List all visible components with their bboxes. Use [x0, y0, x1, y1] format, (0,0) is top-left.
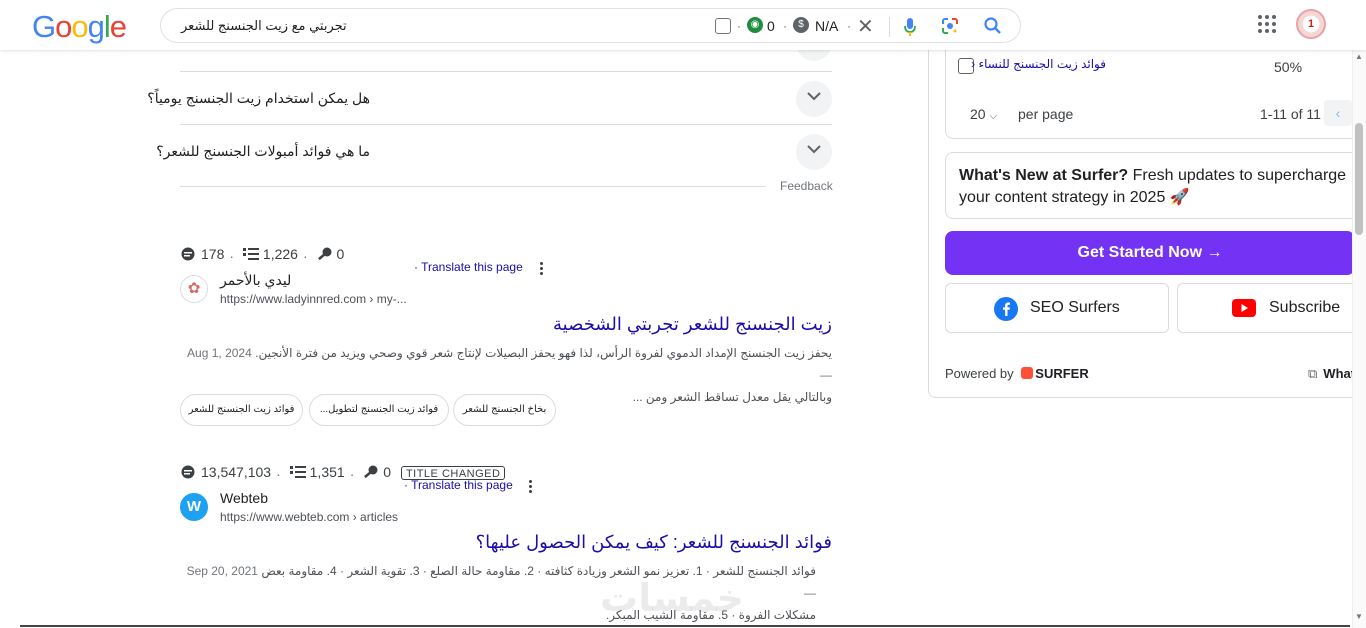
related-chip[interactable]: فوائد زيت الجنسنج للشعر [180, 394, 303, 426]
faq-item[interactable]: ما هي فوائد أمبولات الجنسنج للشعر؟ [156, 125, 832, 178]
ext-metric-value: 0 [767, 18, 775, 34]
google-lens-icon[interactable] [941, 17, 959, 35]
faq-question: هل يمكن استخدام زيت الجنسنج يومياً؟ [147, 90, 370, 106]
divider [180, 186, 766, 187]
key-icon [364, 465, 378, 479]
prev-page-button[interactable]: ‹ [1324, 100, 1352, 126]
faq-question: ما هي فوائد أمبولات الجنسنج للشعر؟ [156, 143, 370, 159]
apps-grid-icon[interactable] [1258, 15, 1276, 33]
external-link-icon: ⧉ [1308, 366, 1318, 381]
microphone-icon[interactable] [903, 17, 917, 37]
traffic-value: 178 [201, 246, 225, 262]
watermark: خمسات [600, 578, 744, 620]
powered-by: Powered by SURFER [945, 366, 1089, 381]
site-favicon: W [180, 493, 208, 521]
result-title[interactable]: فوائد الجنسنج للشعر: كيف يمكن الحصول علي… [476, 532, 832, 553]
traffic-value: 13,547,103 [201, 464, 272, 480]
site-name[interactable]: Webteb [220, 490, 268, 506]
get-started-button[interactable]: Get Started Now → [945, 231, 1355, 275]
search-box[interactable]: تجربتي مع زيت الجنسنج للشعر · ◉ 0 · $ N/… [160, 8, 1021, 43]
per-page-label: per page [1018, 106, 1074, 122]
keywords-value: 0 [336, 246, 345, 262]
traffic-icon [181, 247, 195, 261]
words-value: 1,351 [309, 464, 345, 480]
scrollbar-thumb[interactable] [1355, 123, 1363, 235]
keyword-percent: 50% [1274, 59, 1303, 75]
keywords-value: 0 [383, 464, 392, 480]
top-bar: Google تجربتي مع زيت الجنسنج للشعر · ◉ 0… [0, 0, 1366, 50]
per-page-select[interactable]: 20 ⌵ [958, 101, 1010, 127]
subscribe-label: Subscribe [1269, 299, 1341, 316]
bottom-edge [20, 625, 1350, 627]
seo-metrics-bar: 178 · 1,226 · 0 [181, 246, 344, 264]
keyword-link[interactable]: فوائد زيت الجنسنج للنساء ‹ [971, 57, 1106, 71]
what-link[interactable]: ⧉ What [1308, 366, 1355, 382]
list-icon [242, 248, 259, 260]
more-options-icon[interactable] [529, 480, 533, 496]
site-url[interactable]: https://www.webteb.com › articles [220, 510, 398, 524]
search-icon[interactable] [983, 16, 1003, 36]
google-logo[interactable]: Google [32, 9, 127, 45]
pagination-range: 1-11 of 11 [1260, 106, 1321, 122]
separator-dot: · [737, 19, 741, 33]
news-card: What's New at Surfer? Fresh updates to s… [945, 152, 1366, 219]
eye-metric-icon: ◉ [747, 17, 763, 33]
separator-dot: · [783, 19, 787, 33]
facebook-icon [994, 297, 1018, 321]
clear-search-icon[interactable]: ✕ [857, 14, 874, 39]
extension-checkbox[interactable] [715, 18, 731, 34]
list-icon [289, 466, 306, 478]
dollar-icon: $ [793, 17, 809, 33]
related-chip[interactable]: بخاخ الجنسنج للشعر [453, 394, 556, 426]
search-input[interactable]: تجربتي مع زيت الجنسنج للشعر [181, 18, 347, 34]
key-icon [317, 247, 332, 261]
divider [889, 17, 890, 37]
faq-item[interactable]: هل يمكن استخدام زيت الجنسنج يومياً؟ [147, 72, 832, 125]
traffic-icon [181, 465, 195, 479]
more-options-icon[interactable] [540, 262, 544, 278]
site-url[interactable]: https://www.ladyinnred.com › my-... [220, 292, 407, 306]
result-title[interactable]: زيت الجنسنج للشعر تجربتي الشخصية [553, 314, 832, 335]
seo-surfers-button[interactable]: SEO Surfers [945, 283, 1169, 333]
words-value: 1,226 [262, 246, 298, 262]
related-chip[interactable]: فوائد زيت الجنسنج لتطويل... [309, 394, 449, 426]
seo-surfers-label: SEO Surfers [1030, 299, 1120, 316]
site-name[interactable]: ليدي بالأحمر [220, 272, 291, 289]
separator-dot: · [847, 19, 851, 33]
chevron-down-icon[interactable] [796, 81, 832, 117]
chevron-down-icon: ⌵ [989, 111, 998, 122]
translate-link[interactable]: · Translate this page [404, 478, 513, 492]
ext-cpc-value: N/A [815, 18, 839, 34]
youtube-icon [1232, 299, 1256, 317]
subscribe-button[interactable]: Subscribe [1177, 283, 1366, 333]
surfer-logo-icon [1021, 367, 1034, 379]
site-favicon: ✿ [180, 275, 208, 303]
account-avatar[interactable]: 1 [1296, 9, 1326, 39]
feedback-link[interactable]: Feedback [780, 179, 833, 193]
translate-link[interactable]: · Translate this page [414, 260, 523, 274]
chevron-down-icon[interactable] [796, 134, 832, 170]
scroll-up-arrow[interactable]: ▲ [1355, 52, 1363, 61]
scroll-down-arrow[interactable]: ▼ [1355, 612, 1363, 621]
